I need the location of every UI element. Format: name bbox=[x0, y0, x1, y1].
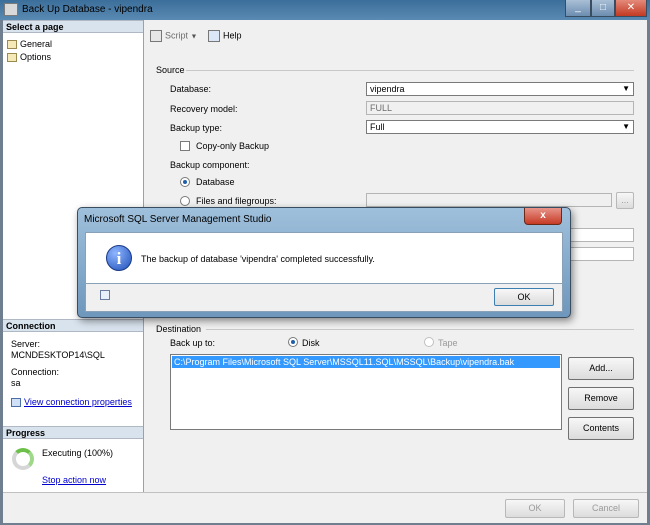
server-label: Server: bbox=[11, 339, 41, 349]
message-text: The backup of database 'vipendra' comple… bbox=[141, 254, 375, 264]
message-box: Microsoft SQL Server Management Studio x… bbox=[77, 207, 571, 318]
message-box-body: i The backup of database 'vipendra' comp… bbox=[85, 232, 563, 284]
database-radio-label: Database bbox=[196, 177, 235, 187]
connection-header: Connection bbox=[3, 319, 143, 332]
copy-icon[interactable] bbox=[100, 290, 110, 300]
files-filegroups-label: Files and filegroups: bbox=[196, 196, 277, 206]
disk-label: Disk bbox=[302, 338, 320, 348]
select-page-header: Select a page bbox=[3, 20, 143, 33]
cancel-button[interactable]: Cancel bbox=[573, 499, 639, 518]
database-label: Database: bbox=[170, 84, 212, 94]
files-filegroups-field bbox=[366, 193, 612, 207]
contents-button[interactable]: Contents bbox=[568, 417, 634, 440]
help-icon bbox=[208, 30, 220, 42]
info-icon: i bbox=[106, 245, 132, 271]
recovery-model-label: Recovery model: bbox=[170, 104, 238, 114]
tape-radio[interactable] bbox=[424, 337, 434, 347]
progress-header: Progress bbox=[3, 426, 143, 439]
destination-path-item[interactable]: C:\Program Files\Microsoft SQL Server\MS… bbox=[172, 356, 560, 368]
chevron-down-icon: ▼ bbox=[622, 122, 630, 131]
copy-only-label: Copy-only Backup bbox=[196, 141, 270, 151]
remove-button[interactable]: Remove bbox=[568, 387, 634, 410]
script-icon bbox=[150, 30, 162, 42]
connection-value: sa bbox=[11, 378, 21, 388]
footer-bar: OK Cancel bbox=[3, 492, 647, 523]
disk-radio[interactable] bbox=[288, 337, 298, 347]
back-up-to-label: Back up to: bbox=[170, 338, 216, 348]
recovery-model-field: FULL bbox=[366, 101, 634, 115]
page-icon bbox=[7, 40, 17, 50]
source-divider bbox=[186, 70, 634, 71]
page-item-options[interactable]: Options bbox=[7, 51, 51, 63]
help-button[interactable]: Help bbox=[208, 30, 242, 42]
backup-type-value: Full bbox=[370, 122, 385, 132]
message-box-title: Microsoft SQL Server Management Studio bbox=[84, 214, 272, 225]
ok-button[interactable]: OK bbox=[505, 499, 565, 518]
database-value: vipendra bbox=[370, 84, 405, 94]
tape-label: Tape bbox=[438, 338, 458, 348]
stop-action-link[interactable]: Stop action now bbox=[42, 475, 106, 485]
page-item-general[interactable]: General bbox=[7, 38, 52, 50]
add-button[interactable]: Add... bbox=[568, 357, 634, 380]
destination-group-label: Destination bbox=[156, 324, 202, 334]
progress-status: Executing (100%) bbox=[42, 448, 114, 458]
title-bar[interactable]: Back Up Database - vipendra _ □ ✕ bbox=[0, 0, 650, 20]
chevron-down-icon: ▼ bbox=[622, 84, 630, 93]
script-label: Script bbox=[165, 30, 189, 41]
server-value: MCNDESKTOP14\SQL bbox=[11, 350, 105, 360]
database-combo[interactable]: vipendra ▼ bbox=[366, 82, 634, 96]
copy-only-checkbox[interactable] bbox=[180, 141, 190, 151]
connection-icon bbox=[11, 398, 21, 408]
message-box-ok-button[interactable]: OK bbox=[494, 288, 554, 306]
files-browse-button[interactable]: ... bbox=[616, 192, 634, 209]
message-box-close-button[interactable]: x bbox=[524, 208, 562, 225]
destination-divider bbox=[206, 329, 634, 330]
maximize-button[interactable]: □ bbox=[591, 0, 615, 17]
connection-label: Connection: bbox=[11, 367, 60, 377]
backup-component-label: Backup component: bbox=[170, 160, 250, 170]
close-button[interactable]: ✕ bbox=[615, 0, 647, 17]
message-box-footer: OK bbox=[85, 284, 563, 312]
progress-spinner-icon bbox=[12, 448, 34, 470]
page-label: General bbox=[20, 39, 53, 49]
view-connection-properties[interactable]: View connection properties bbox=[11, 397, 132, 408]
source-group-label: Source bbox=[156, 65, 185, 75]
backup-database-window: Back Up Database - vipendra _ □ ✕ Select… bbox=[0, 0, 650, 525]
script-button[interactable]: Script ▼ bbox=[150, 30, 197, 42]
chevron-down-icon[interactable]: ▼ bbox=[191, 33, 198, 40]
database-radio[interactable] bbox=[180, 177, 190, 187]
app-icon bbox=[4, 3, 18, 16]
backup-type-combo[interactable]: Full ▼ bbox=[366, 120, 634, 134]
page-label: Options bbox=[20, 52, 52, 62]
page-icon bbox=[7, 53, 17, 63]
window-title: Back Up Database - vipendra bbox=[22, 4, 153, 15]
minimize-button[interactable]: _ bbox=[565, 0, 591, 17]
view-connection-properties-link[interactable]: View connection properties bbox=[24, 397, 132, 407]
files-filegroups-radio[interactable] bbox=[180, 196, 190, 206]
destination-list[interactable]: C:\Program Files\Microsoft SQL Server\MS… bbox=[170, 354, 562, 430]
help-label: Help bbox=[223, 30, 242, 41]
backup-type-label: Backup type: bbox=[170, 123, 223, 133]
